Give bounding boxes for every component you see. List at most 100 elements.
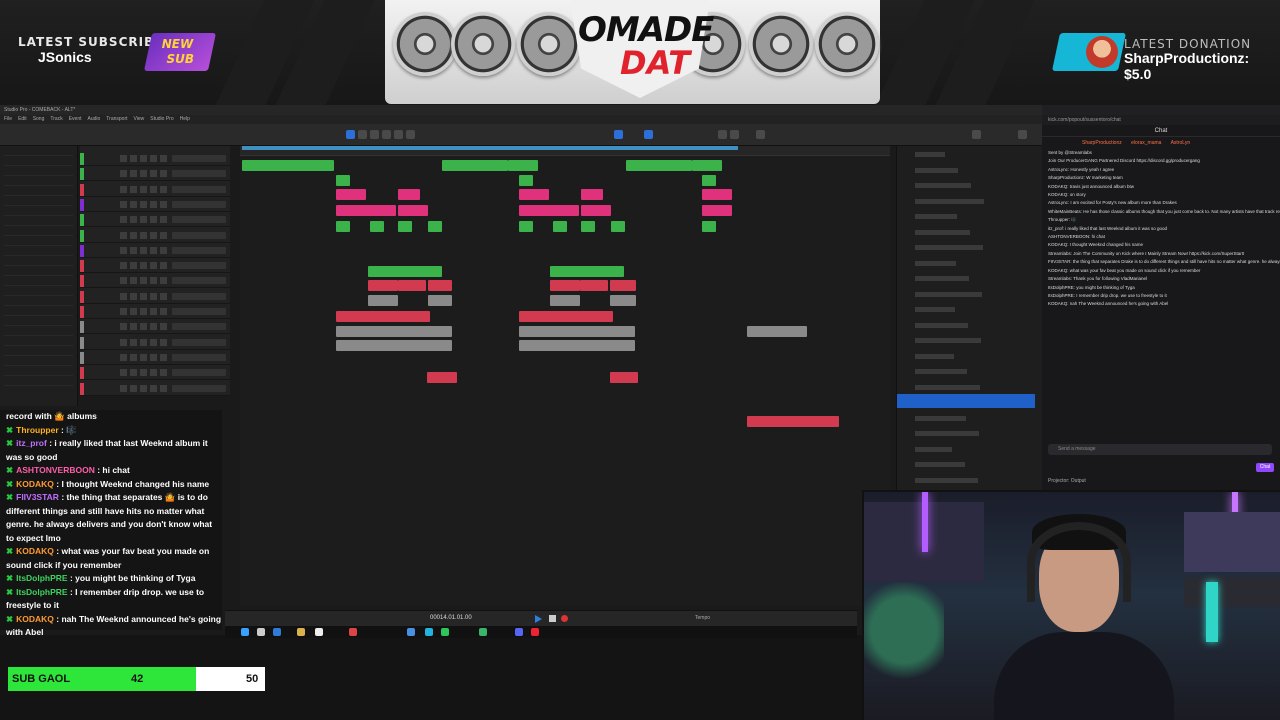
track-name-field[interactable] [172, 200, 226, 208]
menu-item[interactable]: Song [33, 116, 45, 122]
browser-item[interactable] [915, 477, 978, 483]
track-name-field[interactable] [172, 185, 226, 193]
browser-item[interactable] [915, 245, 983, 250]
track-mute-solo-buttons[interactable] [120, 308, 170, 315]
studio-icon[interactable] [349, 628, 357, 636]
track-row[interactable] [80, 167, 230, 182]
inspector-row[interactable] [4, 368, 73, 376]
clip[interactable] [519, 340, 635, 351]
clip[interactable] [581, 221, 595, 232]
top-user[interactable]: elorax_mama [1131, 140, 1161, 146]
clip[interactable] [581, 205, 611, 216]
track-row[interactable] [80, 366, 230, 381]
inspector-row[interactable] [4, 378, 73, 386]
track-row[interactable] [80, 382, 230, 396]
clip[interactable] [610, 295, 636, 306]
clip[interactable] [580, 280, 608, 291]
menu-item[interactable]: File [4, 116, 12, 122]
clip[interactable] [692, 160, 722, 171]
user-icon[interactable] [972, 130, 981, 139]
clip[interactable] [336, 340, 452, 351]
inspector-row[interactable] [4, 288, 73, 296]
clip[interactable] [550, 266, 624, 277]
browser-item[interactable] [915, 462, 965, 467]
track-name-field[interactable] [172, 384, 226, 392]
track-mute-solo-buttons[interactable] [120, 323, 170, 331]
clip[interactable] [519, 221, 533, 232]
menu-item[interactable]: View [134, 116, 145, 122]
top-user[interactable]: SharpProductionz [1082, 140, 1122, 146]
clip[interactable] [610, 372, 638, 383]
browser-item[interactable] [915, 322, 968, 328]
inspector-row[interactable] [4, 238, 73, 246]
start-icon[interactable] [241, 628, 249, 636]
track-name-field[interactable] [172, 231, 226, 239]
clip[interactable] [428, 295, 452, 306]
track-mute-solo-buttons[interactable] [120, 353, 170, 361]
inspector-row[interactable] [4, 218, 73, 226]
inspector-row[interactable] [4, 248, 73, 256]
track-row[interactable] [80, 336, 230, 350]
discord-icon[interactable] [515, 628, 523, 636]
track-name-field[interactable] [172, 323, 226, 331]
follow-button[interactable] [644, 130, 653, 139]
clip[interactable] [702, 221, 716, 232]
clip[interactable] [508, 160, 538, 171]
browser-item[interactable] [915, 353, 954, 359]
track-name-field[interactable] [172, 277, 226, 285]
inspector-row[interactable] [4, 328, 73, 336]
browser-selected-item[interactable] [897, 394, 1035, 408]
track-row[interactable] [80, 152, 230, 166]
track-mute-solo-buttons[interactable] [120, 292, 170, 300]
timeline-ruler[interactable] [240, 146, 890, 156]
clip[interactable] [398, 205, 428, 216]
settings-icon[interactable] [1018, 130, 1027, 139]
clip[interactable] [370, 221, 384, 232]
clip[interactable] [242, 160, 308, 171]
track-mute-solo-buttons[interactable] [120, 185, 170, 193]
track-mute-solo-buttons[interactable] [120, 170, 170, 178]
browser-item[interactable] [915, 431, 979, 436]
browser-item[interactable] [915, 276, 969, 281]
mix-view-button[interactable] [730, 130, 739, 139]
track-row[interactable] [80, 229, 230, 243]
inspector-row[interactable] [4, 228, 73, 236]
browser-item[interactable] [915, 167, 958, 173]
clip[interactable] [336, 326, 452, 337]
clip[interactable] [427, 372, 457, 383]
clip[interactable] [442, 160, 508, 171]
track-name-field[interactable] [172, 369, 226, 377]
clip[interactable] [306, 160, 334, 171]
track-name-field[interactable] [172, 353, 226, 361]
track-mute-solo-buttons[interactable] [120, 246, 170, 254]
browser-item[interactable] [915, 369, 967, 374]
browser-item[interactable] [915, 291, 982, 297]
eraser-tool-button[interactable] [382, 130, 391, 139]
track-name-field[interactable] [172, 262, 226, 270]
track-row[interactable] [80, 244, 230, 258]
obs-icon[interactable] [315, 628, 323, 636]
menu-item[interactable]: Edit [18, 116, 27, 122]
clip[interactable] [368, 295, 398, 306]
clip[interactable] [519, 189, 549, 200]
browser-item[interactable] [915, 152, 945, 157]
track-row[interactable] [80, 351, 230, 365]
clip[interactable] [336, 189, 366, 200]
inspector-row[interactable] [4, 298, 73, 306]
split-tool-button[interactable] [370, 130, 379, 139]
snap-button[interactable] [614, 130, 623, 139]
clip[interactable] [398, 189, 420, 200]
track-mute-solo-buttons[interactable] [120, 384, 170, 392]
taskview-icon[interactable] [273, 628, 281, 636]
record-button[interactable] [561, 615, 568, 622]
menu-item[interactable]: Studio Pro [150, 116, 173, 122]
track-mute-solo-buttons[interactable] [120, 155, 170, 162]
clip[interactable] [550, 280, 580, 291]
clip[interactable] [519, 311, 613, 322]
chat-url-bar[interactable]: kick.com/popout/sussentoro/chat [1042, 115, 1280, 125]
inspector-row[interactable] [4, 258, 73, 266]
inspector-row[interactable] [4, 318, 73, 326]
inspector-row[interactable] [4, 338, 73, 346]
clip[interactable] [610, 280, 636, 291]
clip[interactable] [702, 189, 732, 200]
